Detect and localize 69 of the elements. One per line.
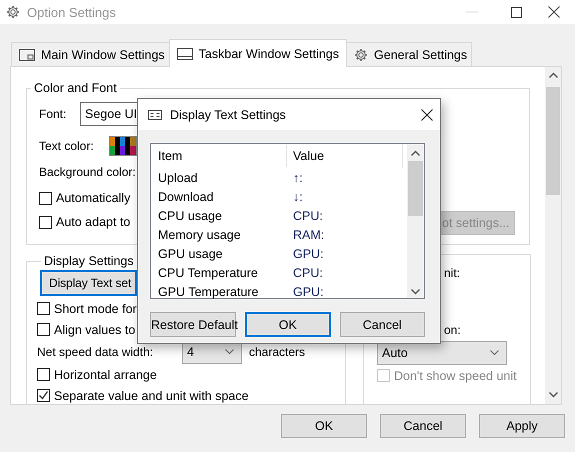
checkbox[interactable] bbox=[37, 302, 50, 315]
close-icon[interactable] bbox=[548, 6, 560, 18]
table-cell: GPU: bbox=[293, 284, 324, 298]
field-label: Background color: bbox=[39, 165, 136, 179]
checkbox[interactable] bbox=[39, 192, 52, 204]
table-cell: ↓: bbox=[293, 190, 303, 204]
close-icon[interactable] bbox=[421, 108, 433, 120]
chevron-down-icon bbox=[490, 350, 499, 356]
table-cell: RAM: bbox=[293, 228, 324, 242]
field-label: Font: bbox=[39, 107, 68, 121]
scrollbar[interactable] bbox=[545, 67, 561, 404]
unit-label: characters bbox=[249, 345, 306, 359]
dialog-button[interactable]: Cancel bbox=[380, 414, 466, 438]
dialog-button[interactable]: Cancel bbox=[340, 312, 425, 337]
scroll-thumb[interactable] bbox=[408, 161, 423, 216]
field-label: nit: bbox=[444, 266, 462, 281]
app-icon bbox=[6, 5, 20, 19]
dialog-button[interactable]: Apply bbox=[479, 414, 565, 438]
chevron-down-icon bbox=[225, 349, 234, 355]
checkbox[interactable] bbox=[39, 216, 52, 228]
table-cell-text: Memory usage bbox=[158, 228, 242, 242]
tab[interactable]: Taskbar Window Settings bbox=[168, 39, 348, 67]
scrollbar[interactable] bbox=[407, 144, 424, 298]
gear-icon bbox=[354, 48, 368, 62]
scroll-up-icon[interactable] bbox=[411, 150, 420, 156]
group-title: Color and Font bbox=[33, 81, 118, 95]
scroll-down-icon[interactable] bbox=[411, 289, 420, 295]
taskbar-icon bbox=[176, 48, 193, 60]
table-cell-text: CPU usage bbox=[158, 208, 223, 222]
scroll-down-icon[interactable] bbox=[548, 392, 558, 398]
group-title: Display Settings bbox=[43, 254, 135, 268]
table-cell-text: GPU Temperature bbox=[158, 284, 260, 298]
checkbox[interactable] bbox=[37, 368, 50, 381]
checkbox-label: Separate value and unit with space bbox=[54, 388, 249, 402]
maximize-icon[interactable] bbox=[511, 6, 522, 18]
table-cell-text: Upload bbox=[158, 170, 199, 184]
column-header[interactable]: Value bbox=[286, 145, 324, 167]
checkbox-label: Horizontal arrange bbox=[54, 368, 157, 382]
checkbox-label: Auto adapt to bbox=[56, 215, 130, 229]
table-cell: CPU: bbox=[293, 208, 323, 222]
tab[interactable]: General Settings bbox=[346, 42, 472, 66]
window-icon bbox=[19, 48, 35, 60]
field-label: Text color: bbox=[39, 139, 95, 153]
dialog-button[interactable]: OK bbox=[281, 414, 367, 438]
table-cell: GPU: bbox=[293, 246, 324, 260]
dropdown[interactable]: Auto bbox=[377, 341, 507, 365]
field-label: Net speed data width: bbox=[37, 345, 154, 359]
dialog-button[interactable]: Restore Default bbox=[150, 312, 236, 337]
checkbox-label: Don't show speed unit bbox=[394, 368, 517, 382]
dialog-title: Display Text Settings bbox=[170, 108, 286, 122]
list-icon bbox=[148, 110, 162, 120]
dialog-button[interactable]: OK bbox=[245, 312, 330, 337]
checkbox[interactable] bbox=[37, 389, 50, 402]
checkbox-label: Align values to bbox=[54, 322, 136, 336]
color-swatch-drawing[interactable] bbox=[109, 136, 137, 156]
table-cell-text: GPU usage bbox=[158, 246, 224, 260]
checkbox-label: Automatically bbox=[56, 191, 130, 205]
table-cell-text: CPU Temperature bbox=[158, 266, 259, 280]
table-cell: ↑: bbox=[293, 170, 303, 184]
display-text-button[interactable]: Display Text set bbox=[40, 270, 137, 296]
table-cell-text: Download bbox=[158, 190, 215, 204]
table-cell: CPU: bbox=[293, 266, 323, 280]
window-title: Option Settings bbox=[27, 4, 116, 20]
checkbox[interactable] bbox=[37, 323, 50, 336]
checkbox-label: Short mode for bbox=[54, 302, 137, 316]
scroll-thumb[interactable] bbox=[546, 87, 560, 195]
scroll-up-icon[interactable] bbox=[548, 72, 558, 78]
tab[interactable]: Main Window Settings bbox=[11, 42, 170, 66]
field-label: on: bbox=[444, 323, 462, 338]
